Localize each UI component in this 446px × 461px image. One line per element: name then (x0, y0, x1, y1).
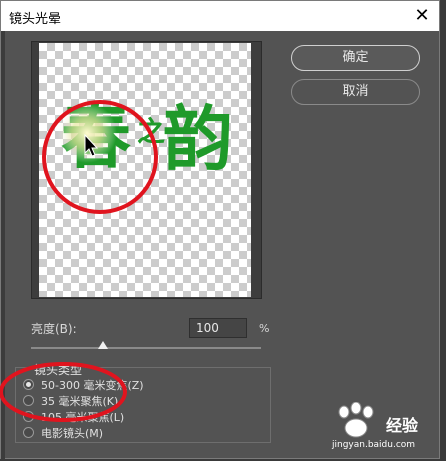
brightness-unit: % (259, 322, 270, 335)
brightness-slider-thumb[interactable] (98, 341, 108, 349)
radio-button[interactable] (23, 395, 34, 406)
lens-option-label: 电影镜头(M) (41, 427, 104, 440)
window-edge (1, 31, 5, 460)
watermark-brand: 经验 (386, 416, 419, 435)
close-icon[interactable]: ✕ (411, 5, 433, 27)
cancel-button[interactable]: 取消 (291, 79, 420, 105)
preview-artwork: 春 之 韵 (57, 95, 233, 180)
lens-type-legend: 镜头类型 (31, 361, 86, 378)
ok-button[interactable]: 确定 (291, 45, 420, 71)
lens-flare-glow (57, 103, 117, 163)
artwork-char-zhi: 之 (137, 115, 165, 148)
dialog-title: 镜头光晕 (9, 12, 62, 27)
brightness-input[interactable]: 100 (189, 318, 247, 338)
artwork-char-yun: 韵 (163, 97, 233, 180)
radio-button[interactable] (23, 411, 34, 422)
lens-option-label: 105 毫米聚焦(L) (41, 411, 125, 424)
radio-button[interactable] (23, 427, 34, 438)
watermark-url: jingyan.baidu.com (332, 440, 416, 450)
brightness-slider-track[interactable] (31, 347, 261, 349)
radio-button[interactable] (23, 379, 34, 390)
lens-option-label: 35 毫米聚焦(K) (41, 395, 119, 408)
paw-logo-icon (338, 402, 374, 438)
title-bar[interactable]: 镜头光晕 ✕ (1, 1, 439, 31)
lens-option-label: 50-300 毫米变焦(Z) (41, 379, 144, 392)
lens-flare-dialog: 镜头光晕 ✕ 春 之 韵 确定 取消 亮度(B): 100 % 镜头类型 (0, 0, 440, 460)
brightness-label: 亮度(B): (31, 322, 77, 336)
preview-canvas[interactable]: 春 之 韵 (39, 43, 251, 297)
baidu-watermark: 经验 jingyan.baidu.com (328, 400, 440, 458)
